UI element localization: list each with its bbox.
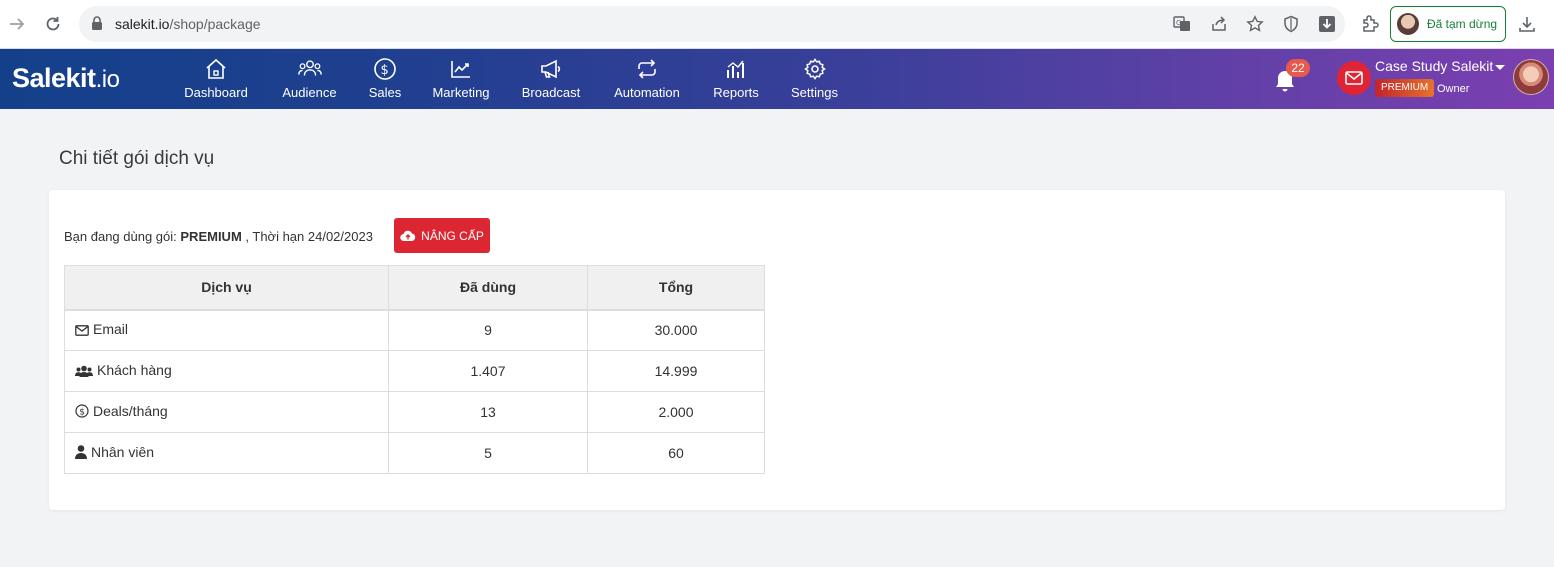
notification-count-badge: 22 (1286, 59, 1310, 77)
address-bar[interactable]: salekit.io/shop/package G (79, 6, 1345, 42)
current-plan-info: Bạn đang dùng gói: PREMIUM , Thời hạn 24… (64, 229, 373, 244)
arrow-right-icon (10, 18, 25, 30)
table-row: Nhân viên 5 60 (64, 432, 765, 474)
nav-reports[interactable]: Reports (713, 57, 759, 103)
column-header-used: Đã dùng (388, 265, 588, 311)
upgrade-button[interactable]: NÂNG CẤP (394, 218, 490, 253)
plan-expiry: , Thời hạn 24/02/2023 (241, 229, 373, 244)
shield-icon[interactable] (1282, 15, 1300, 33)
envelope-icon (75, 323, 89, 339)
translate-icon[interactable]: G (1173, 15, 1191, 33)
profile-paused-chip[interactable]: Đã tạm dừng (1390, 6, 1506, 42)
used-cell: 9 (388, 309, 588, 351)
plan-badge: PREMIUM (1375, 79, 1435, 97)
reload-button[interactable] (41, 12, 65, 36)
nav-marketing[interactable]: Marketing (432, 57, 490, 103)
total-cell: 30.000 (587, 309, 765, 351)
account-dropdown-caret-icon[interactable] (1495, 65, 1505, 70)
users-icon (75, 364, 93, 380)
downloads-icon[interactable] (1515, 12, 1539, 36)
service-usage-table: Dịch vụ Đã dùng Tổng Email 9 30.000 Khác… (64, 265, 765, 474)
user-icon (75, 445, 87, 462)
package-card: Bạn đang dùng gói: PREMIUM , Thời hạn 24… (49, 190, 1505, 510)
table-header-row: Dịch vụ Đã dùng Tổng (64, 265, 765, 311)
table-row: Khách hàng 1.407 14.999 (64, 350, 765, 392)
salekit-logo[interactable]: Salekit.io (12, 63, 120, 94)
page-title: Chi tiết gói dịch vụ (59, 148, 215, 169)
svg-text:$: $ (79, 408, 85, 418)
profile-avatar (1397, 13, 1419, 35)
column-header-total: Tổng (587, 265, 765, 311)
column-header-service: Dịch vụ (64, 265, 389, 311)
used-cell: 13 (388, 391, 588, 433)
envelope-icon (1345, 71, 1363, 85)
dollar-circle-icon: $ (75, 404, 89, 421)
nav-dashboard[interactable]: Dashboard (184, 57, 248, 103)
nav-settings[interactable]: Settings (791, 57, 838, 103)
profile-status-label: Đã tạm dừng (1427, 17, 1498, 31)
repeat-icon (634, 57, 660, 81)
reload-icon (46, 17, 60, 31)
app-header: Salekit.io Dashboard Audience $ Sales Ma… (0, 49, 1554, 109)
messages-button[interactable] (1337, 61, 1371, 95)
nav-audience[interactable]: Audience (282, 57, 337, 103)
megaphone-icon (538, 57, 564, 81)
nav-automation[interactable]: Automation (613, 57, 681, 103)
total-cell: 14.999 (587, 350, 765, 392)
plan-name: PREMIUM (180, 229, 242, 244)
dollar-circle-icon: $ (372, 57, 398, 81)
used-cell: 1.407 (388, 350, 588, 392)
chart-line-icon (448, 57, 474, 81)
gear-icon (802, 57, 828, 81)
star-icon[interactable] (1246, 15, 1264, 33)
lock-icon (91, 16, 103, 36)
total-cell: 2.000 (587, 391, 765, 433)
home-icon (203, 57, 229, 81)
used-cell: 5 (388, 432, 588, 474)
total-cell: 60 (587, 432, 765, 474)
svg-text:$: $ (381, 63, 389, 78)
cloud-upload-icon (400, 230, 416, 241)
service-cell: Nhân viên (64, 432, 389, 474)
nav-broadcast[interactable]: Broadcast (522, 57, 580, 103)
table-row: $ Deals/tháng 13 2.000 (64, 391, 765, 433)
table-row: Email 9 30.000 (64, 309, 765, 351)
browser-toolbar: salekit.io/shop/package G Đã tạm dừng (0, 0, 1554, 49)
url-text: salekit.io/shop/package (115, 16, 261, 32)
service-cell: Email (64, 309, 389, 351)
forward-button[interactable] (5, 12, 29, 36)
bar-chart-icon (723, 57, 749, 81)
extensions-puzzle-icon[interactable] (1358, 12, 1382, 36)
users-icon (297, 57, 323, 81)
service-cell: Khách hàng (64, 350, 389, 392)
nav-sales[interactable]: $ Sales (368, 57, 402, 103)
user-avatar[interactable] (1513, 59, 1549, 95)
svg-text:G: G (1176, 19, 1181, 27)
service-cell: $ Deals/tháng (64, 391, 389, 433)
account-name[interactable]: Case Study Salekit (1375, 58, 1493, 74)
role-label: Owner (1437, 83, 1470, 95)
share-icon[interactable] (1210, 15, 1228, 33)
download-extension-icon[interactable] (1318, 15, 1336, 33)
